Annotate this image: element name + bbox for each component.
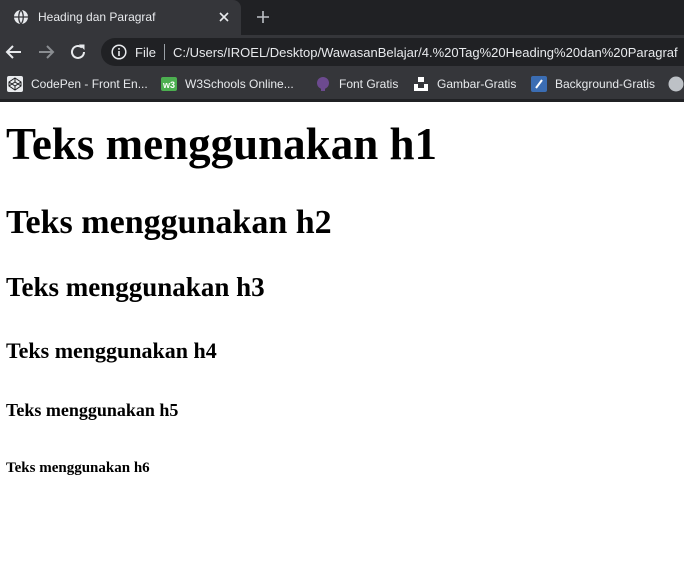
bookmark-background-gratis[interactable]: Background-Gratis — [531, 69, 655, 99]
bookmark-gambar-gratis[interactable]: Gambar-Gratis — [413, 69, 516, 99]
omnibox-divider — [164, 44, 165, 60]
address-bar[interactable]: File C:/Users/IROEL/Desktop/WawasanBelaj… — [101, 38, 684, 66]
background-gratis-icon — [531, 76, 547, 92]
w3schools-icon: w3 — [161, 77, 177, 91]
bookmark-label: W3Schools Online... — [185, 77, 294, 91]
heading-h3: Teks menggunakan h3 — [6, 272, 265, 302]
browser-toolbar: File C:/Users/IROEL/Desktop/WawasanBelaj… — [0, 35, 684, 69]
bookmark-label: CodePen - Front En... — [31, 77, 148, 91]
close-icon[interactable] — [217, 10, 231, 24]
forward-button[interactable] — [37, 43, 55, 61]
bookmark-label: Background-Gratis — [555, 77, 656, 91]
heading-h2: Teks menggunakan h2 — [6, 204, 332, 241]
font-gratis-icon — [317, 77, 329, 91]
svg-text:w3: w3 — [162, 80, 175, 90]
heading-h4: Teks menggunakan h4 — [6, 338, 217, 363]
new-tab-button[interactable] — [255, 9, 271, 25]
heading-h6: Teks menggunakan h6 — [6, 460, 150, 476]
tab-strip: Heading dan Paragraf — [0, 0, 684, 35]
bookmark-label: Gambar-Gratis — [437, 77, 517, 91]
page-content: Teks menggunakan h1 Teks menggunakan h2 … — [0, 102, 684, 584]
tab-title: Heading dan Paragraf — [38, 10, 156, 24]
bookmark-codepen[interactable]: CodePen - Front En... — [7, 69, 148, 99]
github-icon[interactable] — [668, 76, 684, 92]
gambar-gratis-icon — [414, 77, 428, 91]
heading-h5: Teks menggunakan h5 — [6, 400, 179, 420]
back-button[interactable] — [5, 43, 23, 61]
heading-h1: Teks menggunakan h1 — [6, 119, 438, 169]
bookmark-label: Font Gratis — [339, 77, 399, 91]
bookmarks-bar: CodePen - Front En... w3 W3Schools Onlin… — [0, 69, 684, 99]
reload-button[interactable] — [69, 43, 87, 61]
bookmark-w3schools[interactable]: w3 W3Schools Online... — [161, 69, 294, 99]
url-text[interactable]: C:/Users/IROEL/Desktop/WawasanBelajar/4.… — [173, 45, 678, 60]
info-icon[interactable] — [111, 44, 127, 60]
browser-tab[interactable]: Heading dan Paragraf — [0, 0, 241, 35]
scheme-label: File — [135, 45, 156, 60]
codepen-icon — [7, 76, 23, 92]
bookmark-font-gratis[interactable]: Font Gratis — [315, 69, 398, 99]
globe-icon — [14, 9, 28, 25]
